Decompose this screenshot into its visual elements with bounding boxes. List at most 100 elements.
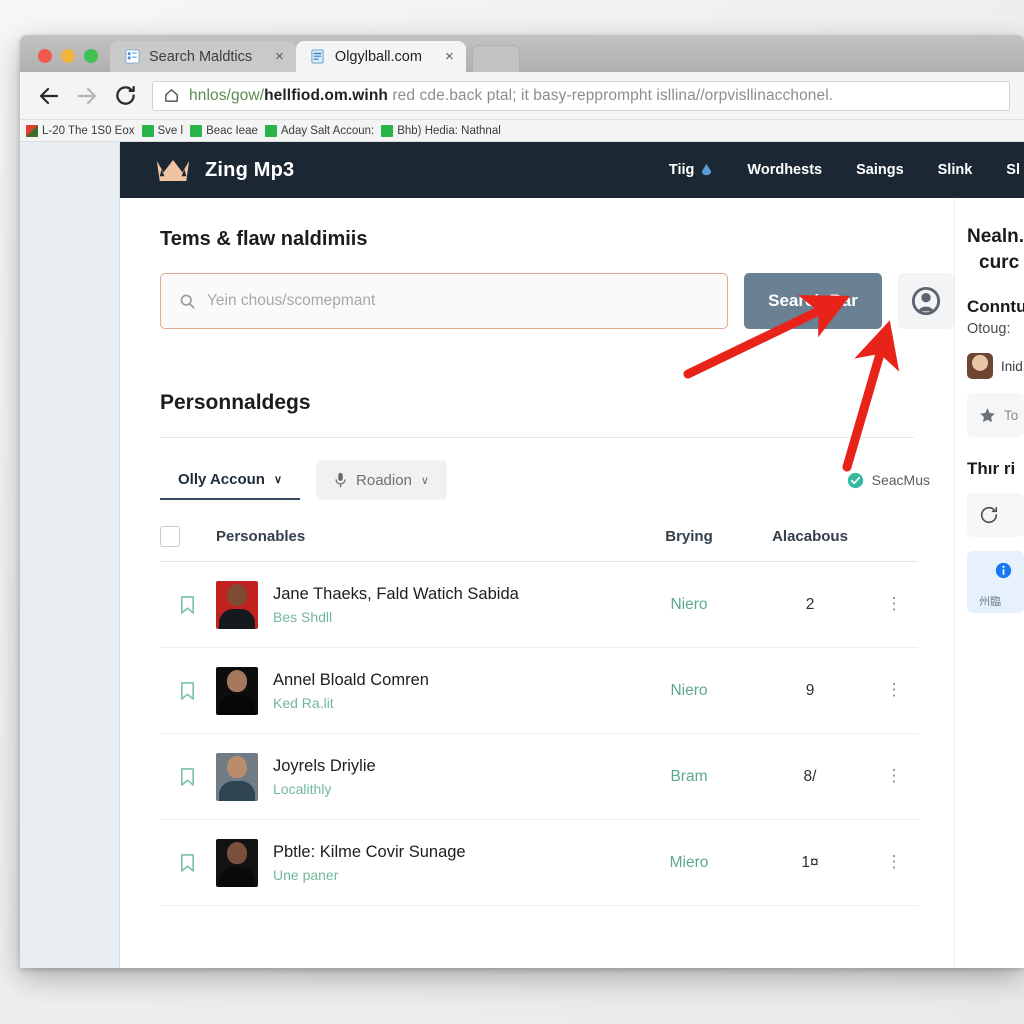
green-favicon-icon <box>190 124 203 137</box>
browser-tab-1[interactable]: Search Maldtics × <box>110 41 296 72</box>
rail-star-button[interactable]: To <box>967 393 1024 438</box>
bookmark-item[interactable]: Aday Salt Accoun: <box>264 124 374 137</box>
green-favicon-icon <box>141 124 154 137</box>
browser-window: Search Maldtics × Olgylball.com × hnlos/… <box>20 35 1024 968</box>
rail-promo-card[interactable]: 州臨 <box>967 551 1024 614</box>
select-all-cell[interactable] <box>160 526 216 547</box>
table-row-texts: Joyrels Driylie Localithly <box>273 757 376 797</box>
table-header-alacabous: Alacabous <box>772 528 848 545</box>
table-row-subtitle: Ked Ra.lit <box>273 694 334 711</box>
bookmark-item[interactable]: Sve l <box>141 124 184 137</box>
nav-link-saings[interactable]: Saings <box>856 162 904 178</box>
bookmark-icon[interactable] <box>160 594 216 615</box>
address-bar[interactable]: hnlos/gow/hellfiod.om.winh red cde.back … <box>152 80 1010 111</box>
search-input-placeholder: Yein chous/scomepmant <box>207 292 376 309</box>
avatar <box>216 666 258 715</box>
kebab-menu-icon[interactable]: ⋮ <box>870 853 918 870</box>
table-row-main: Pbtle: Kilme Covir Sunage Une paner <box>216 838 628 887</box>
bookmark-item[interactable]: Bhb) Hedia: Nathnal <box>381 124 501 137</box>
check-circle-icon <box>847 472 864 489</box>
table-row-title: Jane Thaeks, Fald Watich Sabida <box>273 584 519 603</box>
search-input[interactable]: Yein chous/scomepmant <box>160 273 728 329</box>
microphone-icon <box>334 472 347 488</box>
table-row-subtitle: Localithly <box>273 780 332 797</box>
rail-refresh-button[interactable] <box>967 493 1024 538</box>
table-row-title: Pbtle: Kilme Covir Sunage <box>273 842 466 861</box>
table-row-main: Annel Bloald Comren Ked Ra.lit <box>216 666 628 715</box>
filter-row: Olly Accoun ∨ Roadion ∨ SeacMus <box>160 460 954 500</box>
forward-arrow-icon[interactable] <box>68 79 106 113</box>
browser-toolbar: hnlos/gow/hellfiod.om.winh red cde.back … <box>20 72 1024 120</box>
browser-tab-1-close-icon[interactable]: × <box>275 49 284 64</box>
bookmark-icon[interactable] <box>160 766 216 787</box>
avatar <box>216 580 258 629</box>
rail-heading-line2: curc <box>979 251 1020 273</box>
table-cell-alacabous: 1¤ <box>801 853 819 871</box>
table-row[interactable]: Joyrels Driylie Localithly Bram 8/ ⋮ <box>160 734 918 820</box>
bookmark-icon[interactable] <box>160 852 216 873</box>
new-tab-button[interactable] <box>471 45 520 72</box>
kebab-menu-icon[interactable]: ⋮ <box>870 767 918 784</box>
chevron-down-icon: ∨ <box>420 474 429 487</box>
select-all-checkbox[interactable] <box>160 526 180 547</box>
green-favicon-icon <box>381 124 394 137</box>
bookmark-item[interactable]: Beac Ieae <box>190 124 258 137</box>
status-badge: SeacMus <box>847 472 954 489</box>
avatar <box>216 752 258 801</box>
bookmark-icon[interactable] <box>160 680 216 701</box>
rail-heading-line1: Nealn. <box>967 226 1024 247</box>
browser-tab-2[interactable]: Olgylball.com × <box>295 41 466 72</box>
back-arrow-icon[interactable] <box>30 79 68 113</box>
search-icon <box>179 293 196 310</box>
rail-subheading: Conntu <box>967 297 1024 317</box>
document-favicon-icon <box>310 49 326 65</box>
nav-link-sl[interactable]: Sl <box>1006 162 1020 178</box>
table-row[interactable]: Annel Bloald Comren Ked Ra.lit Niero 9 ⋮ <box>160 648 918 734</box>
url-host: hellfiod.om.winh <box>264 86 388 104</box>
maximize-window-button[interactable] <box>84 49 98 63</box>
nav-link-slink[interactable]: Slink <box>938 162 973 178</box>
table-row-title: Joyrels Driylie <box>273 756 376 775</box>
browser-tab-2-close-icon[interactable]: × <box>445 49 454 64</box>
list-title: Personnaldegs <box>160 391 311 414</box>
minimize-window-button[interactable] <box>61 49 75 63</box>
reload-icon[interactable] <box>106 79 144 113</box>
green-favicon-icon <box>264 124 277 137</box>
page-content: Tems & flaw naldimiis Yein chous/scomepm… <box>120 198 1024 968</box>
bookmark-item[interactable]: L-20 The 1S0 Eox <box>26 124 135 137</box>
nav-link-label: Wordhests <box>747 162 823 178</box>
status-badge-label: SeacMus <box>871 472 930 488</box>
avatar-circle-icon-button[interactable] <box>898 273 954 329</box>
search-row: Yein chous/scomepmant Search Bar <box>160 273 954 329</box>
nav-link-label: Tiig <box>668 162 695 178</box>
kebab-menu-icon[interactable]: ⋮ <box>870 595 918 612</box>
star-icon <box>979 407 996 424</box>
table-row[interactable]: Pbtle: Kilme Covir Sunage Une paner Mier… <box>160 820 918 906</box>
filter-tab-olly-accoun[interactable]: Olly Accoun ∨ <box>160 460 301 500</box>
rail-person[interactable]: Inid <box>967 353 1024 380</box>
bookmark-label: Sve l <box>157 124 184 137</box>
filter-dropdown-roadion[interactable]: Roadion ∨ <box>316 460 447 500</box>
filter-tab-label: Olly Accoun <box>178 470 265 488</box>
rail-sublabel: Otoug: <box>967 321 1011 338</box>
info-icon <box>979 562 1012 579</box>
nav-link-wordhests[interactable]: Wordhests <box>747 162 822 178</box>
bookmark-label: Beac Ieae <box>206 124 258 137</box>
drop-icon <box>700 163 713 177</box>
search-button[interactable]: Search Bar <box>744 273 882 329</box>
nav-link-tiig[interactable]: Tiig <box>669 162 714 178</box>
brand[interactable]: Zing Mp3 <box>154 157 294 184</box>
chevron-down-icon: ∨ <box>273 473 283 486</box>
web-page: Zing Mp3 Tiig Wordhests Saings Slink Sl … <box>120 142 1024 968</box>
table-row[interactable]: Jane Thaeks, Fald Watich Sabida Bes Shdl… <box>160 562 918 648</box>
table-cell-alacabous: 9 <box>805 681 815 699</box>
multi-color-favicon-icon <box>26 124 38 137</box>
close-window-button[interactable] <box>38 49 52 63</box>
nav-link-label: Sl <box>1006 162 1020 178</box>
table-row-title: Annel Bloald Comren <box>273 670 429 689</box>
bookmarks-bar: L-20 The 1S0 Eox Sve l Beac Ieae Aday Sa… <box>20 120 1024 142</box>
table-cell-brying: Bram <box>670 767 708 785</box>
kebab-menu-icon[interactable]: ⋮ <box>870 681 918 698</box>
address-bar-url: hnlos/gow/hellfiod.om.winh red cde.back … <box>189 87 833 105</box>
table-cell-brying: Miero <box>669 853 709 871</box>
